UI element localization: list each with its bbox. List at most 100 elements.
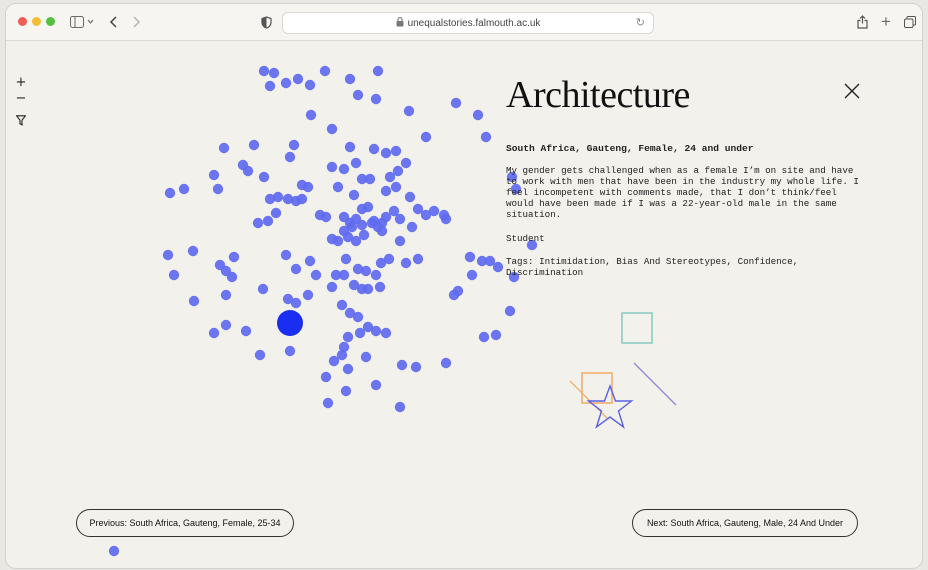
story-dot[interactable]: [358, 229, 370, 241]
close-window-button[interactable]: [18, 17, 27, 26]
story-dot[interactable]: [390, 145, 402, 157]
story-dot[interactable]: [344, 73, 356, 85]
story-dot[interactable]: [452, 285, 464, 297]
story-dot[interactable]: [262, 215, 274, 227]
story-dot[interactable]: [338, 269, 350, 281]
story-dot[interactable]: [168, 269, 180, 281]
story-dot[interactable]: [370, 269, 382, 281]
story-dot[interactable]: [336, 299, 348, 311]
story-dot[interactable]: [490, 329, 502, 341]
story-dot[interactable]: [188, 295, 200, 307]
story-dot[interactable]: [376, 225, 388, 237]
story-dot[interactable]: [504, 305, 516, 317]
story-dot[interactable]: [218, 142, 230, 154]
story-dot[interactable]: [380, 147, 392, 159]
story-dot[interactable]: [305, 109, 317, 121]
story-dot[interactable]: [208, 169, 220, 181]
story-dot[interactable]: [390, 181, 402, 193]
story-dot[interactable]: [346, 221, 358, 233]
story-dot[interactable]: [420, 131, 432, 143]
story-visualization[interactable]: [6, 41, 922, 568]
story-dot[interactable]: [370, 379, 382, 391]
story-dot[interactable]: [258, 171, 270, 183]
story-dot[interactable]: [338, 163, 350, 175]
story-dot[interactable]: [220, 319, 232, 331]
story-dot[interactable]: [362, 201, 374, 213]
story-dot[interactable]: [212, 183, 224, 195]
story-dot[interactable]: [380, 185, 392, 197]
reload-icon[interactable]: ↻: [636, 16, 645, 29]
new-tab-icon[interactable]: +: [878, 12, 894, 32]
story-dot[interactable]: [380, 327, 392, 339]
story-dot[interactable]: [348, 189, 360, 201]
zoom-window-button[interactable]: [46, 17, 55, 26]
story-dot[interactable]: [320, 371, 332, 383]
address-bar[interactable]: unequalstories.falmouth.ac.uk ↻: [282, 12, 654, 34]
story-dot[interactable]: [228, 251, 240, 263]
story-dot[interactable]: [400, 257, 412, 269]
story-dot[interactable]: [350, 157, 362, 169]
story-dot[interactable]: [356, 219, 368, 231]
story-dot[interactable]: [322, 397, 334, 409]
story-dot[interactable]: [220, 289, 232, 301]
story-dot[interactable]: [370, 93, 382, 105]
story-dot[interactable]: [248, 139, 260, 151]
story-dot[interactable]: [268, 67, 280, 79]
privacy-shield-icon[interactable]: [258, 12, 274, 32]
story-dot[interactable]: [284, 151, 296, 163]
story-dot[interactable]: [326, 123, 338, 135]
back-icon[interactable]: [106, 12, 122, 32]
story-dot[interactable]: [352, 311, 364, 323]
story-dot[interactable]: [340, 253, 352, 265]
story-dot[interactable]: [374, 281, 386, 293]
story-dot[interactable]: [332, 235, 344, 247]
story-dot[interactable]: [292, 73, 304, 85]
tab-overview-icon[interactable]: [902, 12, 918, 32]
close-icon[interactable]: [842, 81, 862, 101]
story-dot[interactable]: [344, 141, 356, 153]
story-dot[interactable]: [242, 165, 254, 177]
story-dot[interactable]: [412, 253, 424, 265]
story-dot[interactable]: [348, 279, 360, 291]
story-dot[interactable]: [410, 361, 422, 373]
story-dot[interactable]: [270, 207, 282, 219]
next-story-button[interactable]: Next: South Africa, Gauteng, Male, 24 An…: [632, 509, 858, 537]
story-dot[interactable]: [464, 251, 476, 263]
story-dot[interactable]: [284, 345, 296, 357]
story-dot[interactable]: [187, 245, 199, 257]
story-dot[interactable]: [406, 221, 418, 233]
story-dot[interactable]: [394, 213, 406, 225]
story-dot[interactable]: [304, 79, 316, 91]
story-dot[interactable]: [394, 401, 406, 413]
story-dot[interactable]: [352, 89, 364, 101]
story-dot[interactable]: [368, 143, 380, 155]
story-dot[interactable]: [290, 263, 302, 275]
story-dot[interactable]: [280, 249, 292, 261]
filter-icon[interactable]: [15, 115, 27, 130]
story-dot[interactable]: [162, 249, 174, 261]
story-dot[interactable]: [304, 255, 316, 267]
story-dot[interactable]: [478, 331, 490, 343]
story-dot[interactable]: [319, 65, 331, 77]
story-dot[interactable]: [394, 235, 406, 247]
zoom-in-button[interactable]: +: [15, 75, 27, 90]
story-dot[interactable]: [396, 359, 408, 371]
story-dot[interactable]: [208, 327, 220, 339]
story-dot[interactable]: [403, 105, 415, 117]
story-dot[interactable]: [178, 183, 190, 195]
story-dot[interactable]: [466, 269, 478, 281]
story-dot[interactable]: [302, 181, 314, 193]
story-dot[interactable]: [342, 363, 354, 375]
story-dot[interactable]: [428, 205, 440, 217]
story-dot[interactable]: [326, 281, 338, 293]
story-dot[interactable]: [258, 65, 270, 77]
story-dot[interactable]: [326, 161, 338, 173]
story-dot[interactable]: [282, 293, 294, 305]
zoom-out-button[interactable]: −: [15, 91, 27, 106]
story-dot[interactable]: [164, 187, 176, 199]
story-dot[interactable]: [472, 109, 484, 121]
story-dot[interactable]: [264, 80, 276, 92]
story-dot[interactable]: [372, 65, 384, 77]
story-dot[interactable]: [450, 97, 462, 109]
sidebar-toggle-icon[interactable]: [68, 12, 96, 32]
